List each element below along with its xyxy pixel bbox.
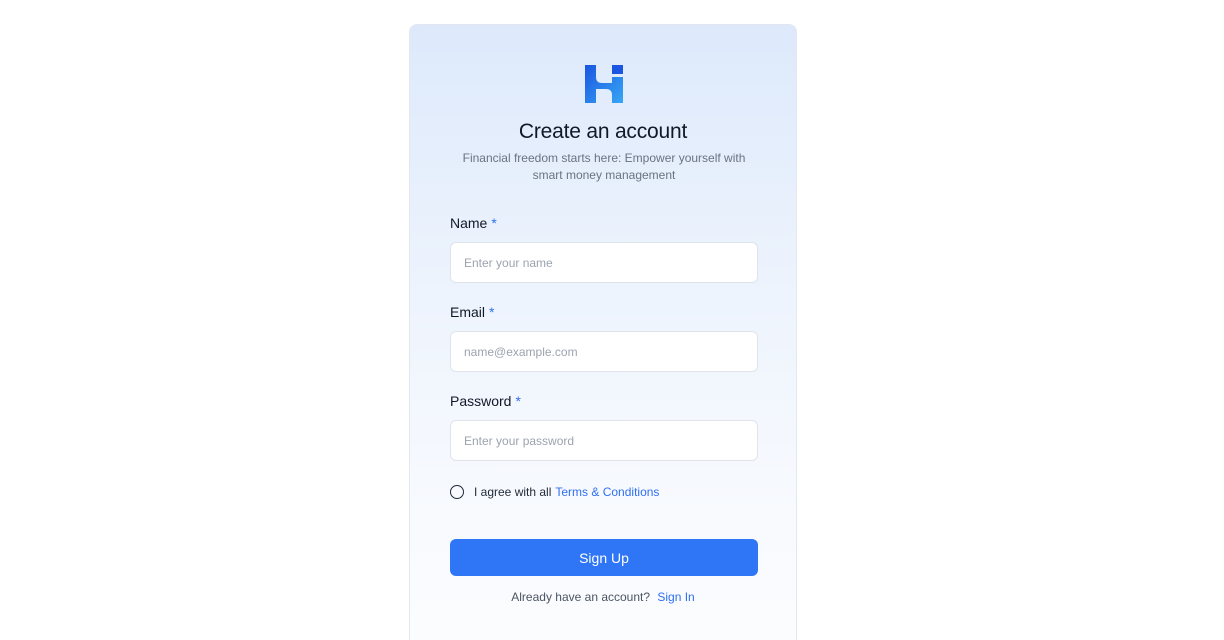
terms-text: I agree with all [474,485,552,499]
name-label: Name * [450,215,497,231]
email-label: Email * [450,304,494,320]
terms-checkbox[interactable] [450,485,464,499]
email-input[interactable] [450,331,758,372]
email-label-text: Email [450,304,486,320]
brand-logo-icon [585,65,623,103]
page-title: Create an account [518,120,688,143]
page-subtitle: Financial freedom starts here: Empower y… [462,151,746,182]
name-label-text: Name [450,215,488,231]
required-mark: * [491,215,497,231]
required-mark: * [489,304,495,320]
password-input[interactable] [450,420,758,461]
signup-card: Create an account Financial freedom star… [409,24,797,640]
terms-link[interactable]: Terms & Conditions [555,485,659,499]
password-label-text: Password [450,393,512,409]
required-mark: * [515,393,521,409]
password-label: Password * [450,393,521,409]
sign-up-button[interactable]: Sign Up [450,539,758,576]
sign-in-link[interactable]: Sign In [657,590,694,604]
signin-prompt-text: Already have an account? [511,590,651,604]
name-input[interactable] [450,242,758,283]
signin-prompt: Already have an account? Sign In [410,590,796,604]
terms-agreement: I agree with all Terms & Conditions [450,484,659,500]
